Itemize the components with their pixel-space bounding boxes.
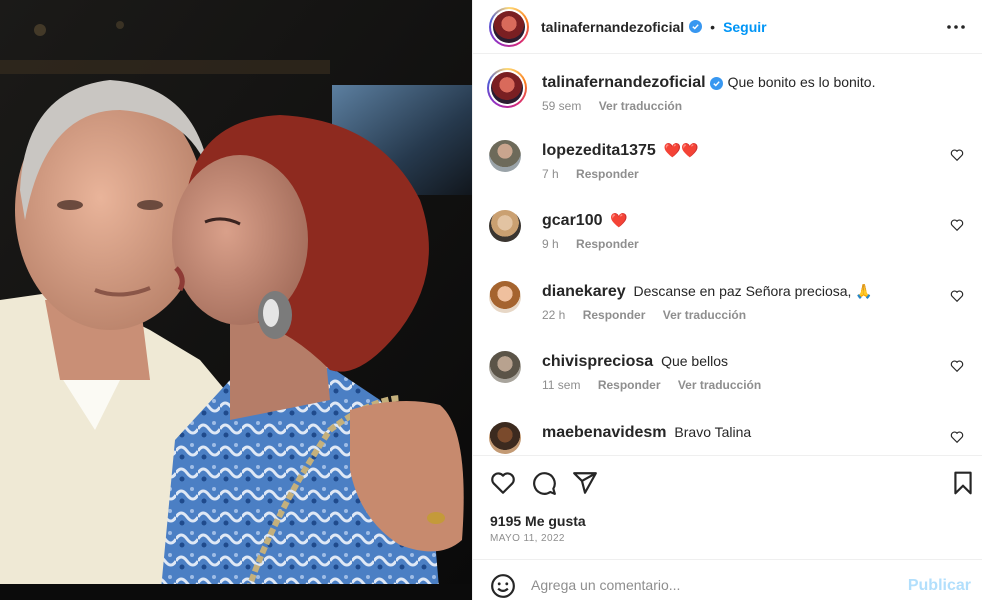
verified-badge-icon <box>709 77 723 90</box>
commenter-avatar[interactable] <box>489 140 521 172</box>
heart-icon[interactable] <box>490 470 516 496</box>
comment-username[interactable]: maebenavidesm <box>542 424 667 441</box>
post-actions: 9195 Me gusta MAYO 11, 2022 <box>473 455 982 559</box>
add-comment-bar: Publicar <box>473 559 982 600</box>
verified-badge-icon <box>689 20 703 33</box>
comment-text: Bravo Talina <box>674 424 752 440</box>
caption-time[interactable]: 59 sem <box>542 99 581 113</box>
comment-username[interactable]: dianekarey <box>542 283 626 300</box>
post-date[interactable]: MAYO 11, 2022 <box>490 533 565 544</box>
comment-like-heart-icon[interactable] <box>950 430 964 444</box>
more-options-icon[interactable] <box>941 12 971 42</box>
translate-link[interactable]: Ver traducción <box>663 308 746 322</box>
comment-time[interactable]: 22 h <box>542 308 565 322</box>
comment-like-heart-icon[interactable] <box>950 218 964 232</box>
comment-username[interactable]: gcar100 <box>542 212 603 229</box>
bookmark-icon[interactable] <box>950 470 976 496</box>
comment-text: Que bellos <box>661 353 728 369</box>
caption-translate-link[interactable]: Ver traducción <box>599 99 682 113</box>
caption-avatar[interactable] <box>487 68 527 108</box>
comment-text: ❤️ <box>610 212 628 228</box>
follow-button[interactable]: Seguir <box>723 19 767 35</box>
post-header: talinafernandezoficial • Seguir <box>473 0 982 54</box>
comment-username[interactable]: chivispreciosa <box>542 353 653 370</box>
reply-button[interactable]: Responder <box>583 308 646 322</box>
comment-icon[interactable] <box>531 470 557 496</box>
caption-text: Que bonito es lo bonito. <box>727 74 876 90</box>
comment-text: ❤️❤️ <box>663 142 699 158</box>
header-dot: • <box>710 18 716 35</box>
paper-plane-icon[interactable] <box>572 470 598 496</box>
author-username[interactable]: talinafernandezoficial <box>541 19 684 35</box>
comment-like-heart-icon[interactable] <box>950 148 964 162</box>
reply-button[interactable]: Responder <box>576 167 639 181</box>
comment-input[interactable] <box>531 572 871 598</box>
comment-like-heart-icon[interactable] <box>950 359 964 373</box>
author-avatar[interactable] <box>489 6 529 47</box>
comment-time[interactable]: 7 h <box>542 167 559 181</box>
commenter-avatar[interactable] <box>489 210 521 242</box>
comment-time[interactable]: 9 h <box>542 237 559 251</box>
commenter-avatar[interactable] <box>489 351 521 383</box>
commenter-avatar[interactable] <box>489 281 521 313</box>
post-photo <box>0 0 472 600</box>
emoji-icon[interactable] <box>490 573 516 599</box>
post-side-panel: talinafernandezoficial • Seguir talinafe… <box>472 0 982 600</box>
comment-text: Descanse en paz Señora preciosa, 🙏 <box>633 283 873 299</box>
publish-button[interactable]: Publicar <box>908 577 971 595</box>
likes-count[interactable]: 9195 Me gusta <box>490 513 586 529</box>
comment-like-heart-icon[interactable] <box>950 289 964 303</box>
comments-list[interactable]: talinafernandezoficial Que bonito es lo b… <box>473 55 982 454</box>
comment-username[interactable]: lopezedita1375 <box>542 142 656 159</box>
reply-button[interactable]: Responder <box>598 378 661 392</box>
translate-link[interactable]: Ver traducción <box>678 378 761 392</box>
commenter-avatar[interactable] <box>489 422 521 454</box>
reply-button[interactable]: Responder <box>576 237 639 251</box>
caption-username[interactable]: talinafernandezoficial <box>542 74 706 91</box>
comment-time[interactable]: 11 sem <box>542 378 580 392</box>
